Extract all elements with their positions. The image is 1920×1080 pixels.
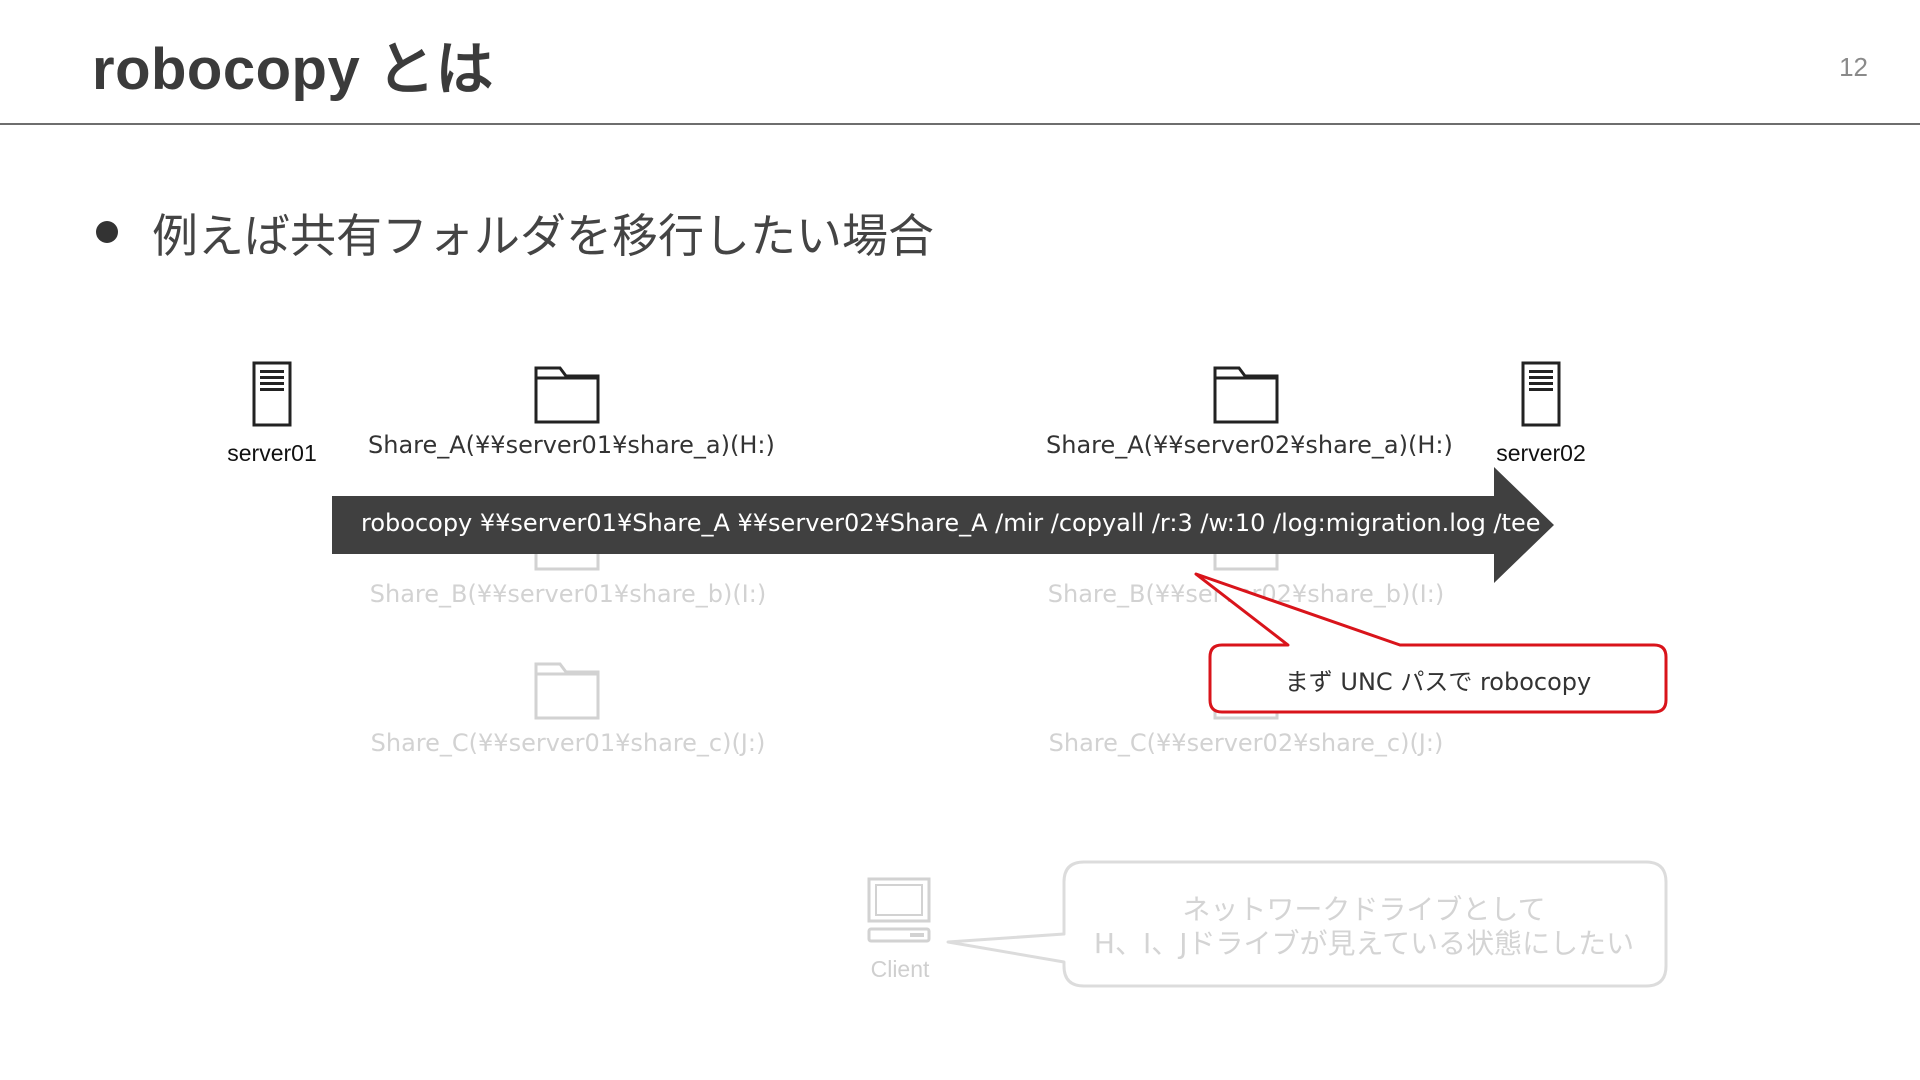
computer-icon bbox=[867, 877, 931, 943]
speech-text-line2: H、I、Jドライブが見えている状態にしたい bbox=[1093, 927, 1635, 960]
client-label: Client bbox=[870, 956, 930, 982]
folder-icon bbox=[534, 366, 600, 424]
share-c-left-label: Share_C(¥¥server01¥share_c)(J:) bbox=[370, 729, 766, 757]
server-icon bbox=[1521, 361, 1561, 427]
robocopy-command: robocopy ¥¥server01¥Share_A ¥¥server02¥S… bbox=[361, 509, 1541, 537]
share-a-left-label: Share_A(¥¥server01¥share_a)(H:) bbox=[368, 431, 775, 459]
bullet-marker bbox=[96, 221, 118, 243]
share-a-right-label: Share_A(¥¥server02¥share_a)(H:) bbox=[1046, 431, 1453, 459]
bullet-text: 例えば共有フォルダを移行したい場合 bbox=[152, 209, 934, 263]
server02-label: server02 bbox=[1496, 440, 1586, 466]
server01-label: server01 bbox=[227, 440, 317, 466]
slide-title: robocopy とは bbox=[92, 37, 494, 102]
server-icon bbox=[252, 361, 292, 427]
page-number: 12 bbox=[1839, 52, 1868, 82]
folder-icon bbox=[1213, 366, 1279, 424]
title-divider bbox=[0, 123, 1920, 125]
folder-icon bbox=[534, 662, 600, 720]
callout-text: まず UNC パスで robocopy bbox=[1284, 668, 1592, 696]
share-c-right-label: Share_C(¥¥server02¥share_c)(J:) bbox=[1048, 729, 1444, 757]
